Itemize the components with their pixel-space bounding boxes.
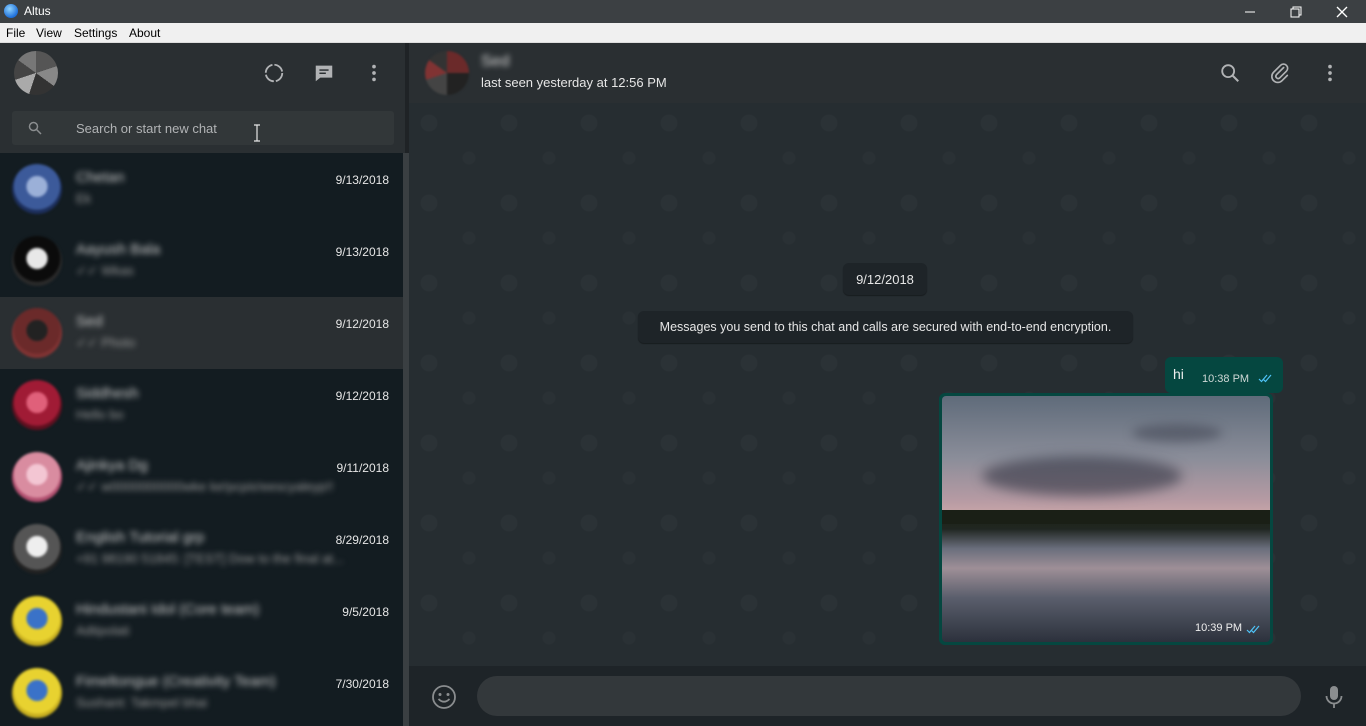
microphone-icon[interactable] — [1323, 684, 1345, 710]
restore-button[interactable] — [1273, 0, 1319, 23]
sidebar-header — [0, 43, 405, 103]
conversation-header[interactable]: Sed last seen yesterday at 12:56 PM — [409, 43, 1366, 103]
conversation-menu-button[interactable] — [1318, 61, 1342, 85]
contact-name: Sed — [481, 53, 510, 70]
chat-preview: Ek — [76, 191, 92, 206]
message-text: hi — [1173, 366, 1184, 382]
chat-preview: Sushant: Takmpel bhai — [76, 695, 208, 710]
chat-date: 9/12/2018 — [335, 389, 389, 403]
chat-preview: ✓✓ Wkas — [76, 263, 134, 278]
sidebar: Chetan Ek 9/13/2018 Aayush Bala ✓✓ Wkas … — [0, 43, 409, 726]
search-icon — [28, 121, 42, 135]
minimize-button[interactable] — [1227, 0, 1273, 23]
status-icon — [264, 63, 284, 83]
menu-bar: File View Settings About — [0, 23, 1366, 43]
chat-list: Chetan Ek 9/13/2018 Aayush Bala ✓✓ Wkas … — [0, 153, 405, 726]
window-title: Altus — [24, 4, 51, 18]
chat-preview: Adtipolati — [76, 623, 130, 638]
attach-button[interactable] — [1268, 61, 1292, 85]
title-bar: Altus — [0, 0, 1366, 23]
profile-avatar[interactable] — [14, 51, 58, 95]
sunset-lake-photo[interactable] — [942, 396, 1270, 642]
chat-list-item[interactable]: Chetan Ek 9/13/2018 — [0, 153, 405, 225]
restore-icon — [1290, 6, 1302, 17]
message-input[interactable] — [493, 686, 1283, 706]
contact-last-seen: last seen yesterday at 12:56 PM — [481, 75, 667, 90]
new-chat-icon — [315, 65, 333, 82]
sidebar-menu-button[interactable] — [362, 61, 386, 85]
chat-list-item[interactable]: Ajinkya Dg ✓✓ w0000000000wke ke!pcpis!ee… — [0, 441, 405, 513]
emoji-icon[interactable] — [431, 684, 457, 710]
message-input-box[interactable] — [477, 676, 1301, 716]
photo-clouds — [982, 456, 1182, 496]
date-divider: 9/12/2018 — [843, 263, 927, 295]
chat-date: 9/13/2018 — [335, 245, 389, 259]
read-ticks-icon — [1246, 625, 1260, 634]
close-button[interactable] — [1319, 0, 1365, 23]
outgoing-image-message[interactable]: 10:39 PM — [939, 393, 1273, 645]
photo-clouds — [1132, 424, 1222, 442]
chat-avatar — [12, 236, 62, 286]
chat-avatar — [12, 524, 62, 574]
chat-avatar — [12, 452, 62, 502]
chat-preview: ✓✓ Photo — [76, 335, 136, 350]
paperclip-icon — [1271, 63, 1289, 84]
menu-file[interactable]: File — [6, 26, 25, 40]
chat-list-item[interactable]: English Tutorial grp +91 98190 51845: [T… — [0, 513, 405, 585]
menu-view[interactable]: View — [36, 26, 62, 40]
chat-date: 9/12/2018 — [335, 317, 389, 331]
message-time: 10:39 PM — [1195, 622, 1243, 634]
search-box[interactable] — [12, 111, 394, 145]
chat-avatar — [12, 596, 62, 646]
status-button[interactable] — [262, 61, 286, 85]
chat-name: Aayush Bala — [76, 241, 161, 258]
chat-list-item[interactable]: Aayush Bala ✓✓ Wkas 9/13/2018 — [0, 225, 405, 297]
chat-name: Sed — [76, 313, 103, 330]
menu-about[interactable]: About — [129, 26, 160, 40]
more-vertical-icon — [1328, 64, 1332, 82]
menu-settings[interactable]: Settings — [74, 26, 117, 40]
chat-avatar — [12, 308, 62, 358]
chat-date: 9/13/2018 — [335, 173, 389, 187]
compose-bar — [409, 666, 1366, 726]
chat-list-item-active[interactable]: Sed ✓✓ Photo 9/12/2018 — [0, 297, 405, 369]
encryption-notice[interactable]: Messages you send to this chat and calls… — [638, 311, 1133, 343]
chat-avatar — [12, 380, 62, 430]
conversation-panel: Sed last seen yesterday at 12:56 PM 9/12… — [409, 43, 1366, 726]
chat-name: Fimeltongue (Creativity Team) — [76, 673, 276, 690]
chat-name: Hindustani Idol (Core team) — [76, 601, 260, 618]
search-icon — [1221, 64, 1239, 82]
chat-name: Ajinkya Dg — [76, 457, 148, 474]
search-section — [0, 103, 405, 153]
chat-name: English Tutorial grp — [76, 529, 205, 546]
new-chat-button[interactable] — [312, 61, 336, 85]
chat-name: Siddhesh — [76, 385, 139, 402]
chat-avatar — [12, 668, 62, 718]
app-logo-icon — [4, 4, 18, 18]
chat-avatar — [12, 164, 62, 214]
minimize-icon — [1245, 11, 1255, 12]
chat-list-item[interactable]: Fimeltongue (Creativity Team) Sushant: T… — [0, 657, 405, 726]
chat-date: 9/11/2018 — [336, 461, 390, 475]
chat-preview: ✓✓ w0000000000wke ke!pcpis!eescyaleyp!! — [76, 479, 334, 494]
close-icon — [1336, 6, 1348, 17]
chat-name: Chetan — [76, 169, 125, 186]
chat-date: 8/29/2018 — [335, 533, 389, 547]
chat-date: 9/5/2018 — [342, 605, 389, 619]
search-input[interactable] — [76, 117, 376, 139]
more-vertical-icon — [372, 64, 376, 82]
photo-treeline — [942, 510, 1270, 524]
search-messages-button[interactable] — [1218, 61, 1242, 85]
text-cursor-icon — [254, 124, 260, 142]
chat-list-item[interactable]: Siddhesh Hello bo 9/12/2018 — [0, 369, 405, 441]
contact-avatar[interactable] — [425, 51, 469, 95]
outgoing-message[interactable]: hi 10:38 PM — [1165, 357, 1283, 393]
message-time: 10:38 PM — [1202, 373, 1250, 385]
read-ticks-icon — [1258, 374, 1272, 383]
chat-date: 7/30/2018 — [335, 677, 389, 691]
chat-preview: +91 98190 51845: [TEST] Dow to the final… — [76, 551, 344, 566]
chat-preview: Hello bo — [76, 407, 124, 422]
chat-list-item[interactable]: Hindustani Idol (Core team) Adtipolati 9… — [0, 585, 405, 657]
